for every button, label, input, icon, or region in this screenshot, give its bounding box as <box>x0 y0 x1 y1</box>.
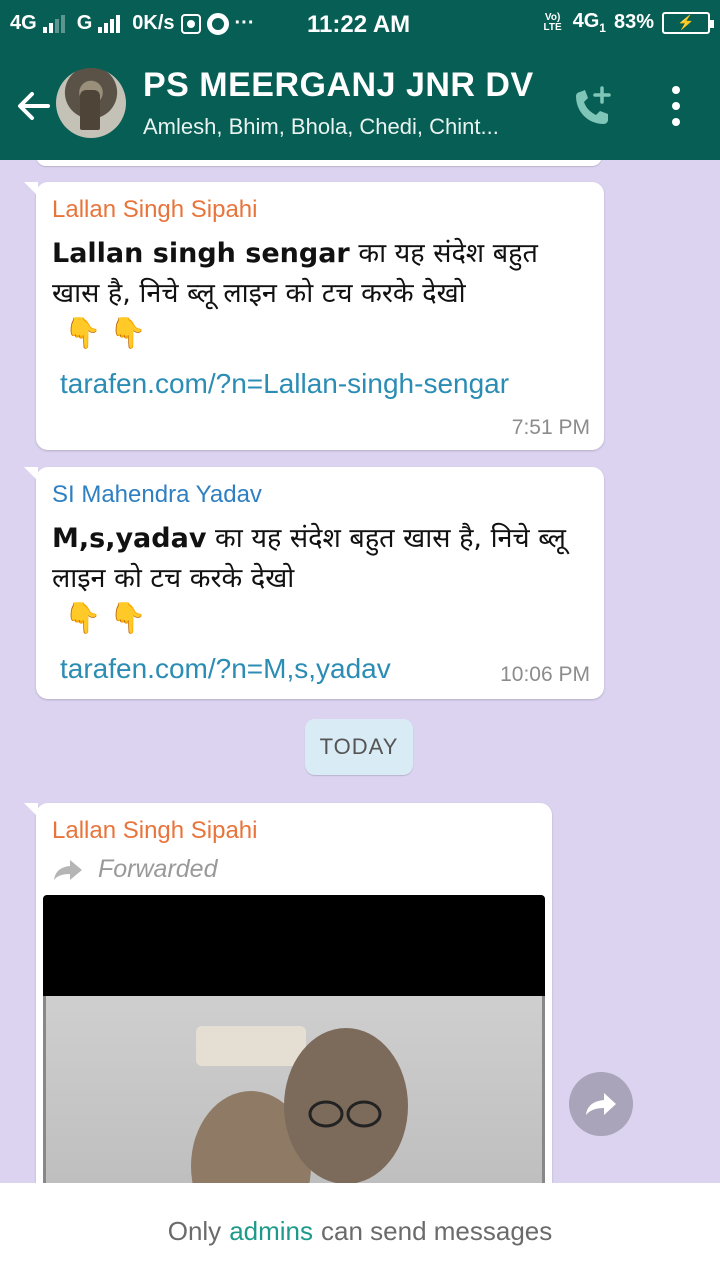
message-time: 10:06 PM <box>500 663 590 686</box>
network-speed: 0K/s <box>132 12 175 34</box>
battery-icon: ⚡ <box>662 11 714 34</box>
chrome-icon <box>206 12 229 35</box>
forward-icon <box>54 859 82 880</box>
message-bubble[interactable]: SI Mahendra Yadav M,s,yadav का यह संदेश … <box>24 467 604 699</box>
image-photo <box>43 996 545 1183</box>
notification-icon <box>180 13 201 34</box>
group-members[interactable]: Amlesh, Bhim, Bhola, Chedi, Chint... <box>143 114 499 140</box>
admins-link[interactable]: admins <box>229 1216 313 1247</box>
signal-icon <box>42 14 65 33</box>
footer-prefix: Only <box>167 1216 222 1246</box>
pointing-down-emoji: 👇👇 <box>64 316 155 351</box>
network-type-3-label: 4G <box>572 10 600 32</box>
message-bubble[interactable]: Lallan Singh Sipahi Forwarded <box>24 803 552 1183</box>
message-time: 7:51 PM <box>511 416 590 439</box>
sender-name: SI Mahendra Yadav <box>52 481 262 508</box>
message-link[interactable]: tarafen.com/?n=M,s,yadav <box>60 653 391 685</box>
clock: 11:22 AM <box>307 11 411 38</box>
more-notifications-icon: ··· <box>234 12 255 34</box>
network-type-3: 4G1 <box>573 10 606 35</box>
back-arrow-icon[interactable] <box>14 86 54 126</box>
message-link[interactable]: tarafen.com/?n=Lallan-singh-sengar <box>60 368 509 400</box>
message-text: M,s,yadav का यह संदेश बहुत खास है, निचे … <box>52 519 592 599</box>
sim-index: 1 <box>599 21 606 35</box>
share-arrow-icon <box>586 1093 616 1115</box>
group-title[interactable]: PS MEERGANJ JNR DV <box>143 66 534 105</box>
chat-area[interactable]: Lallan Singh Sipahi Lallan singh sengar … <box>0 160 720 1183</box>
network-type-2: G <box>76 12 93 34</box>
share-button[interactable] <box>569 1072 633 1136</box>
signal-icon-2 <box>98 14 121 33</box>
mention-name: M,s,yadav <box>52 523 207 554</box>
footer-suffix: can send messages <box>321 1216 553 1246</box>
status-right: Vo) LTE 4G1 83% ⚡ <box>541 10 714 35</box>
pointing-down-emoji: 👇👇 <box>64 601 155 636</box>
date-divider: TODAY <box>305 719 413 775</box>
volte-icon: Vo) LTE <box>543 11 562 33</box>
image-top-band <box>43 895 545 996</box>
battery-percent: 83% <box>613 11 654 33</box>
message-bubble[interactable]: Lallan Singh Sipahi Lallan singh sengar … <box>24 182 604 450</box>
chat-header: PS MEERGANJ JNR DV Amlesh, Bhim, Bhola, … <box>0 50 720 160</box>
group-avatar[interactable] <box>56 68 126 138</box>
sender-name: Lallan Singh Sipahi <box>52 817 258 844</box>
message-image[interactable] <box>43 895 545 1183</box>
more-options-icon[interactable] <box>668 86 684 126</box>
mention-name: Lallan singh sengar <box>52 238 350 269</box>
status-left: 4G G 0K/s ··· <box>10 12 254 35</box>
previous-message-bubble <box>36 160 602 166</box>
charging-icon: ⚡ <box>677 14 695 30</box>
portrait-illustration <box>191 1026 408 1183</box>
status-bar: 4G G 0K/s ··· 11:22 AM Vo) LTE 4G1 83% ⚡ <box>0 0 720 50</box>
forwarded-label: Forwarded <box>98 855 218 883</box>
forwarded-indicator: Forwarded <box>52 855 218 884</box>
read-only-footer: Only admins can send messages <box>0 1183 720 1280</box>
sender-name: Lallan Singh Sipahi <box>52 196 258 223</box>
message-text: Lallan singh sengar का यह संदेश बहुत खास… <box>52 234 592 314</box>
network-type-1: 4G <box>10 12 37 34</box>
add-call-icon[interactable] <box>570 84 616 130</box>
